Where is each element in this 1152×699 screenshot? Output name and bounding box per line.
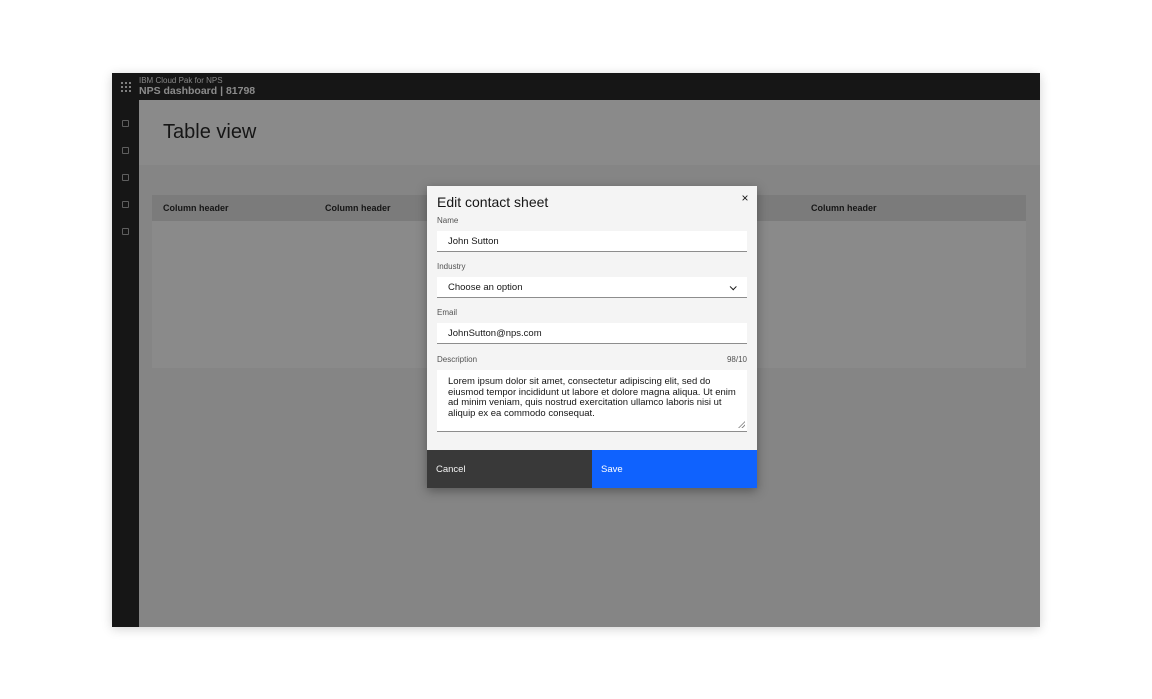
chevron-down-icon bbox=[730, 283, 737, 290]
modal-footer: Cancel Save bbox=[427, 450, 757, 488]
modal-title: Edit contact sheet bbox=[437, 194, 747, 210]
description-label-row: Description 98/10 bbox=[437, 355, 747, 364]
industry-dropdown[interactable]: Choose an option bbox=[437, 277, 747, 298]
close-button[interactable]: × bbox=[736, 189, 754, 207]
description-textarea-wrap: Lorem ipsum dolor sit amet, consectetur … bbox=[437, 370, 747, 432]
cancel-button[interactable]: Cancel bbox=[427, 450, 592, 488]
email-label: Email bbox=[437, 308, 747, 317]
industry-dropdown-value: Choose an option bbox=[448, 282, 522, 293]
edit-contact-modal: Edit contact sheet × Name Industry Choos… bbox=[427, 186, 757, 488]
description-counter: 98/10 bbox=[727, 355, 747, 364]
description-textarea[interactable]: Lorem ipsum dolor sit amet, consectetur … bbox=[437, 370, 747, 432]
save-button[interactable]: Save bbox=[592, 450, 757, 488]
description-label: Description bbox=[437, 355, 477, 364]
close-icon: × bbox=[741, 191, 748, 205]
app-window: IBM Cloud Pak for NPS NPS dashboard | 81… bbox=[112, 73, 1040, 627]
name-input[interactable] bbox=[437, 231, 747, 252]
email-input[interactable] bbox=[437, 323, 747, 344]
name-label: Name bbox=[437, 216, 747, 225]
industry-label: Industry bbox=[437, 262, 747, 271]
